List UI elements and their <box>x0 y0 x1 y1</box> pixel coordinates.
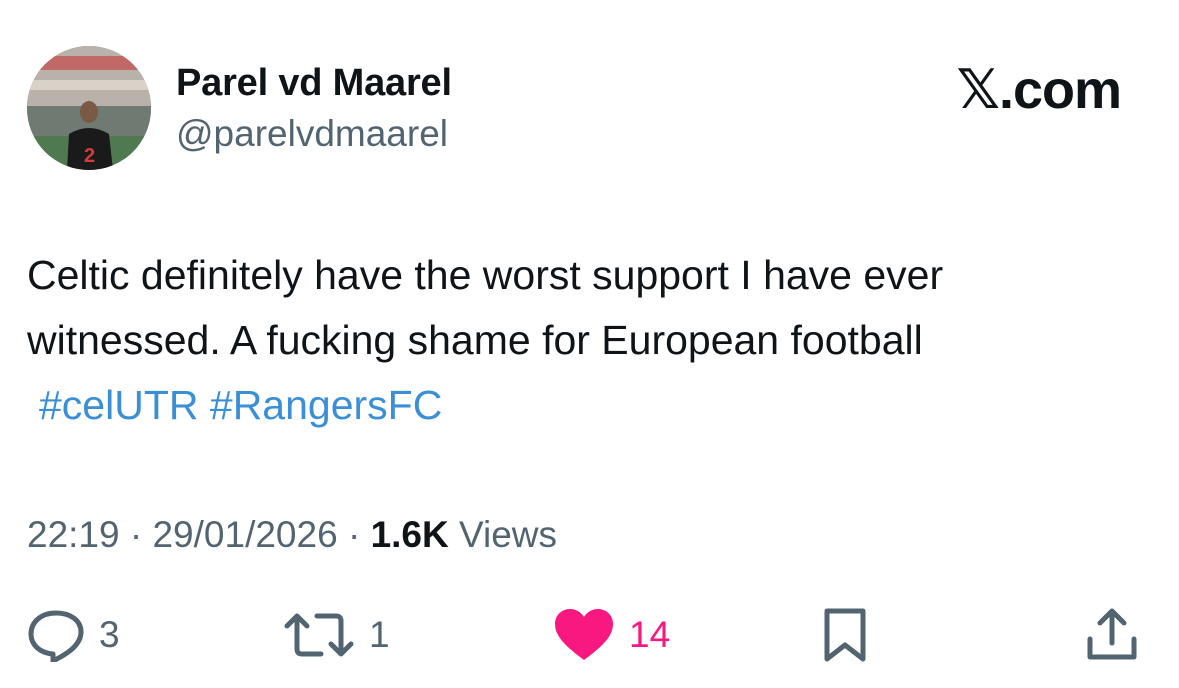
tweet-text: Celtic definitely have the worst support… <box>27 243 1157 438</box>
retweet-count: 1 <box>369 614 390 655</box>
meta-separator: · <box>129 514 143 555</box>
like-count: 14 <box>629 614 671 655</box>
author-avatar[interactable]: 2 <box>27 46 151 170</box>
hashtag-row: #celUTR #RangersFC <box>27 373 1157 438</box>
meta-separator: · <box>347 514 361 555</box>
hashtag-link[interactable]: #RangersFC <box>210 382 442 428</box>
svg-text:2: 2 <box>84 145 95 167</box>
share-button[interactable] <box>1084 607 1140 663</box>
like-button[interactable]: 14 <box>553 607 670 663</box>
author-name[interactable]: Parel vd Maarel <box>176 62 452 105</box>
brand-logo: 𝕏.com <box>956 60 1122 120</box>
tweet-text-line: witnessed. A fucking shame for European … <box>27 317 923 363</box>
reply-button[interactable]: 3 <box>27 607 120 663</box>
retweet-button[interactable]: 1 <box>283 607 390 663</box>
retweet-icon <box>284 613 354 657</box>
reply-count: 3 <box>99 614 120 655</box>
tweet-date[interactable]: 29/01/2026 <box>152 514 337 555</box>
reply-icon <box>28 610 84 662</box>
hashtag-link[interactable]: #celUTR <box>39 382 198 428</box>
author-handle[interactable]: @parelvdmaarel <box>176 113 448 155</box>
bookmark-button[interactable] <box>822 607 868 663</box>
views-count: 1.6K <box>370 514 449 555</box>
tweet-time[interactable]: 22:19 <box>27 514 120 555</box>
tweet-meta: 22:19 · 29/01/2026 · 1.6K Views <box>27 514 557 556</box>
avatar-photo-icon: 2 <box>27 46 151 170</box>
share-icon <box>1087 608 1137 660</box>
tweet-text-line: Celtic definitely have the worst support… <box>27 252 944 298</box>
views-label: Views <box>459 514 558 555</box>
heart-icon <box>555 609 613 660</box>
bookmark-icon <box>824 608 866 662</box>
tweet-card: 2 Parel vd Maarel @parelvdmaarel 𝕏.com C… <box>0 0 1179 688</box>
